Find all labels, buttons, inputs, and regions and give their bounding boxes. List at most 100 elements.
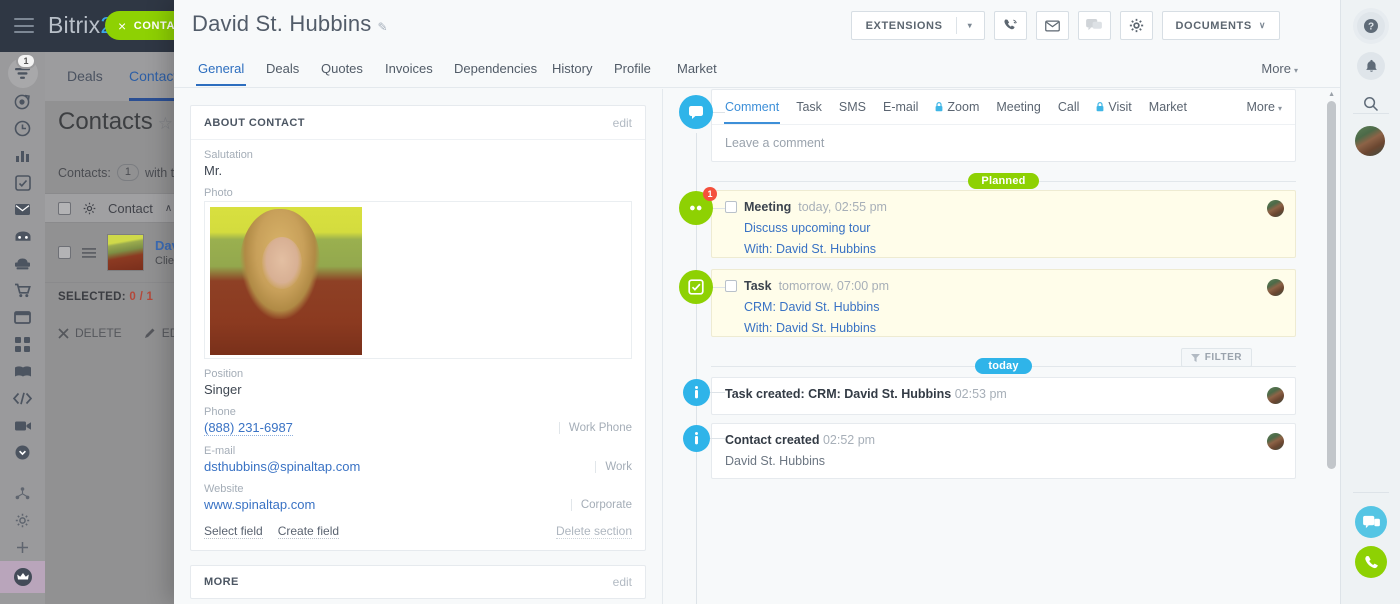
composer-more-button[interactable]: More▾ <box>1247 100 1283 114</box>
photo-container[interactable] <box>204 201 632 359</box>
sidebar-item-shop[interactable] <box>0 277 45 304</box>
chevron-down-icon[interactable]: ∨ <box>1259 20 1266 31</box>
sidebar-item-knowledge[interactable] <box>0 358 45 385</box>
tab-market[interactable]: Market <box>677 61 717 76</box>
notifications-button[interactable] <box>1357 52 1385 80</box>
sidebar-item-store[interactable] <box>0 250 45 277</box>
with-contact-link[interactable]: David St. Hubbins <box>776 321 876 335</box>
select-field-button[interactable]: Select field <box>204 524 263 539</box>
sidebar-item-more[interactable] <box>0 439 45 466</box>
tab-history[interactable]: History <box>552 61 592 76</box>
close-icon[interactable]: × <box>118 18 127 34</box>
grid-settings-icon[interactable] <box>83 202 96 215</box>
composer-tab-visit[interactable]: Visit <box>1096 100 1131 114</box>
with-contact-link[interactable]: David St. Hubbins <box>776 242 876 256</box>
help-button[interactable]: ? <box>1357 12 1385 40</box>
chevron-down-icon[interactable]: ▾ <box>957 21 984 30</box>
sidebar-item-subscription[interactable] <box>0 561 45 593</box>
composer-tab-market[interactable]: Market <box>1149 100 1187 114</box>
salutation-value[interactable]: Mr. <box>204 163 632 178</box>
comment-input[interactable]: Leave a comment <box>712 125 1295 161</box>
create-field-button[interactable]: Create field <box>278 524 339 539</box>
extensions-button[interactable]: EXTENSIONS ▾ <box>851 11 985 40</box>
position-value[interactable]: Singer <box>204 382 632 397</box>
avatar[interactable] <box>1267 279 1284 296</box>
documents-button[interactable]: DOCUMENTS ∨ <box>1162 11 1280 40</box>
avatar[interactable] <box>1267 200 1284 217</box>
sidebar-item-apps[interactable] <box>0 331 45 358</box>
start-call-button[interactable] <box>1355 546 1387 578</box>
email-button[interactable] <box>1036 11 1069 40</box>
email-value[interactable]: dsthubbins@spinaltap.com <box>204 459 360 474</box>
composer-tab-zoom[interactable]: Zoom <box>935 100 979 114</box>
bg-column-header-contact[interactable]: Contact <box>108 201 153 216</box>
select-all-checkbox[interactable] <box>58 202 71 215</box>
tab-quotes[interactable]: Quotes <box>321 61 363 76</box>
composer-tab-email[interactable]: E-mail <box>883 100 918 114</box>
left-nav-rail[interactable]: 1 <box>0 52 45 604</box>
drag-handle-icon[interactable] <box>82 248 96 258</box>
tabs-more-button[interactable]: More▾ <box>1261 61 1298 76</box>
settings-button[interactable] <box>1120 11 1153 40</box>
delete-section-button[interactable]: Delete section <box>556 524 632 539</box>
timeline-history-task-created[interactable]: Task created: CRM: David St. Hubbins 02:… <box>711 377 1296 415</box>
composer-tab-sms[interactable]: SMS <box>839 100 866 114</box>
composer-tab-comment[interactable]: Comment <box>725 100 779 114</box>
more-card-edit-button[interactable]: edit <box>613 575 632 589</box>
bg-tab-deals[interactable]: Deals <box>67 68 103 84</box>
sidebar-item-video[interactable] <box>0 412 45 439</box>
timeline-activity-task[interactable]: Task tomorrow, 07:00 pm CRM: David St. H… <box>711 269 1296 337</box>
entity-tabs[interactable]: General Deals Quotes Invoices Dependenci… <box>174 52 1340 88</box>
composer-tabs[interactable]: Comment Task SMS E-mail Zoom Meeting <box>712 90 1295 125</box>
composer-tab-meeting[interactable]: Meeting <box>996 100 1040 114</box>
tab-invoices[interactable]: Invoices <box>385 61 433 76</box>
composer-tab-task[interactable]: Task <box>796 100 822 114</box>
header-toolbar[interactable]: EXTENSIONS ▾ <box>851 11 1280 40</box>
tab-profile[interactable]: Profile <box>614 61 651 76</box>
contact-photo[interactable] <box>210 207 362 355</box>
tab-dependencies[interactable]: Dependencies <box>454 61 537 76</box>
timeline-activity-meeting[interactable]: Meeting today, 02:55 pm Discuss upcoming… <box>711 190 1296 258</box>
sidebar-item-automation[interactable] <box>0 480 45 507</box>
timeline-history-contact-created[interactable]: Contact created 02:52 pm David St. Hubbi… <box>711 423 1296 479</box>
sidebar-item-reports[interactable] <box>0 142 45 169</box>
task-complete-checkbox[interactable] <box>725 280 737 292</box>
composer-tab-call[interactable]: Call <box>1058 100 1080 114</box>
sidebar-item-crm[interactable] <box>0 223 45 250</box>
sidebar-item-sites[interactable] <box>0 304 45 331</box>
task-subject[interactable]: CRM: David St. Hubbins <box>744 300 1282 314</box>
row-checkbox[interactable] <box>58 246 71 259</box>
sidebar-item-settings[interactable] <box>0 507 45 534</box>
slider-scrollbar[interactable] <box>1327 101 1336 469</box>
sort-caret-icon[interactable]: ∧ <box>165 203 172 214</box>
sidebar-item-developer[interactable] <box>0 385 45 412</box>
tab-general[interactable]: General <box>198 61 244 76</box>
bg-bulk-actions[interactable]: DELETE EDIT <box>58 326 189 340</box>
website-value[interactable]: www.spinaltap.com <box>204 497 315 512</box>
timeline-filter-button[interactable]: FILTER <box>1181 348 1252 367</box>
about-card-edit-button[interactable]: edit <box>613 116 632 130</box>
edit-title-icon[interactable]: ✎ <box>378 20 388 34</box>
chat-button[interactable] <box>1078 11 1111 40</box>
sidebar-item-target[interactable] <box>0 88 45 115</box>
bg-counter-value[interactable]: 1 <box>117 164 139 181</box>
sidebar-item-clock[interactable] <box>0 115 45 142</box>
scroll-up-arrow[interactable]: ▲ <box>1328 91 1335 98</box>
avatar[interactable] <box>1267 433 1284 450</box>
meeting-subject[interactable]: Discuss upcoming tour <box>744 221 1282 235</box>
call-button[interactable] <box>994 11 1027 40</box>
menu-toggle-icon[interactable] <box>14 18 34 33</box>
sidebar-item-add[interactable] <box>0 534 45 561</box>
sidebar-item-tasks[interactable] <box>0 169 45 196</box>
meeting-complete-checkbox[interactable] <box>725 201 737 213</box>
sidebar-item-filter[interactable]: 1 <box>8 58 38 88</box>
bulk-delete-button[interactable]: DELETE <box>58 326 122 340</box>
tab-deals[interactable]: Deals <box>266 61 299 76</box>
user-avatar[interactable] <box>1355 126 1385 156</box>
phone-value[interactable]: (888) 231-6987 <box>204 420 293 436</box>
website-row: www.spinaltap.com Corporate <box>204 497 632 512</box>
favorite-star-icon[interactable]: ☆ <box>158 114 173 133</box>
open-chat-button[interactable] <box>1355 506 1387 538</box>
sidebar-item-mail[interactable] <box>0 196 45 223</box>
avatar[interactable] <box>1267 387 1284 404</box>
